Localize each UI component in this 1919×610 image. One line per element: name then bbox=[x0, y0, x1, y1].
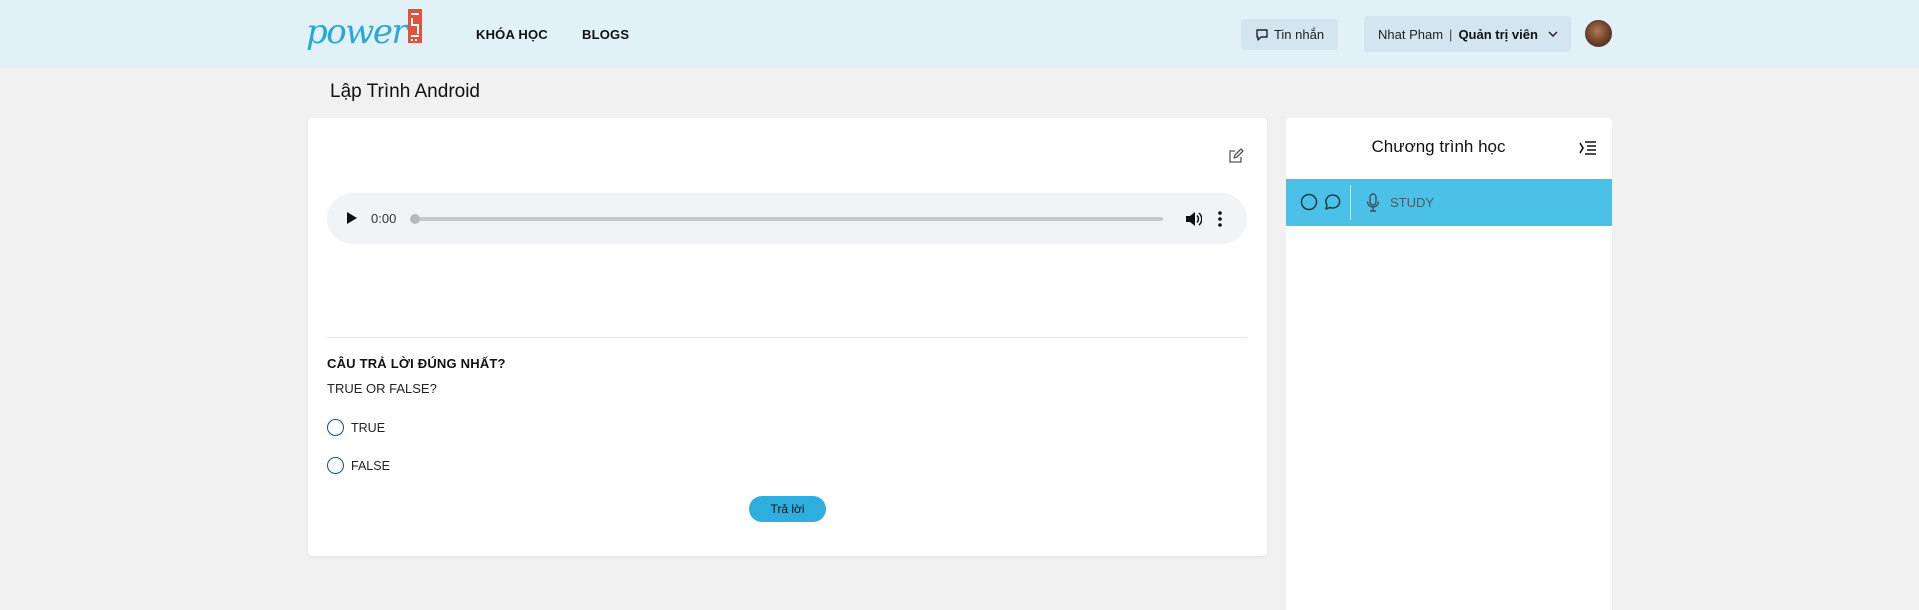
user-role: Quản trị viên bbox=[1458, 26, 1538, 42]
sidebar-item-study[interactable]: STUDY bbox=[1286, 179, 1612, 226]
comment-icon[interactable] bbox=[1324, 193, 1342, 211]
circle-status-icon bbox=[1300, 193, 1318, 211]
radio-button[interactable] bbox=[327, 457, 344, 474]
play-icon[interactable] bbox=[343, 210, 359, 226]
divider bbox=[327, 337, 1247, 338]
microphone-icon bbox=[1366, 193, 1380, 212]
question-text: TRUE OR FALSE? bbox=[327, 381, 437, 396]
radio-button[interactable] bbox=[327, 419, 344, 436]
logo-mark-icon bbox=[408, 9, 423, 43]
option-false[interactable]: FALSE bbox=[327, 457, 390, 474]
curriculum-sidebar: Chương trình học STUDY bbox=[1286, 118, 1612, 610]
question-heading: CÂU TRẢ LỜI ĐÚNG NHẤT? bbox=[327, 356, 506, 371]
audio-time: 0:00 bbox=[371, 211, 397, 226]
more-vertical-icon[interactable] bbox=[1217, 210, 1223, 228]
chat-bubble-icon bbox=[1256, 28, 1268, 41]
audio-progress-bar[interactable] bbox=[410, 214, 1163, 224]
edit-icon[interactable] bbox=[1228, 148, 1244, 164]
messages-button[interactable]: Tin nhắn bbox=[1241, 19, 1338, 50]
sidebar-title: Chương trình học bbox=[1371, 137, 1506, 156]
user-separator: | bbox=[1449, 26, 1453, 42]
option-label: TRUE bbox=[351, 420, 386, 435]
user-name: Nhat Pham bbox=[1378, 26, 1444, 42]
brand-logo[interactable]: power bbox=[306, 9, 423, 52]
sidebar-item-label: STUDY bbox=[1390, 195, 1435, 210]
logo-text: power bbox=[306, 12, 408, 52]
user-menu[interactable]: Nhat Pham | Quản trị viên bbox=[1364, 16, 1571, 52]
messages-label: Tin nhắn bbox=[1273, 27, 1325, 42]
audio-player[interactable]: 0:00 bbox=[327, 193, 1247, 244]
nav-courses[interactable]: KHÓA HỌC bbox=[476, 27, 548, 42]
lesson-card: 0:00 CÂU TRẢ LỜI ĐÚNG NHẤT? TRUE OR FALS… bbox=[308, 118, 1267, 556]
top-header: power KHÓA HỌC BLOGS Tin nhắn Nhat Pham … bbox=[0, 0, 1919, 68]
chevron-down-icon bbox=[1548, 31, 1558, 37]
option-label: FALSE bbox=[351, 458, 390, 473]
volume-icon[interactable] bbox=[1184, 210, 1202, 228]
avatar[interactable] bbox=[1585, 20, 1612, 47]
audio-progress-thumb[interactable] bbox=[410, 214, 420, 224]
lesson-status-icons bbox=[1300, 193, 1342, 211]
lesson-divider bbox=[1350, 185, 1351, 220]
option-true[interactable]: TRUE bbox=[327, 419, 385, 436]
page-title: Lập Trình Android bbox=[330, 81, 480, 102]
collapse-menu-icon[interactable] bbox=[1579, 140, 1597, 156]
submit-answer-button[interactable]: Trả lời bbox=[749, 496, 826, 522]
nav-blogs[interactable]: BLOGS bbox=[582, 27, 629, 42]
